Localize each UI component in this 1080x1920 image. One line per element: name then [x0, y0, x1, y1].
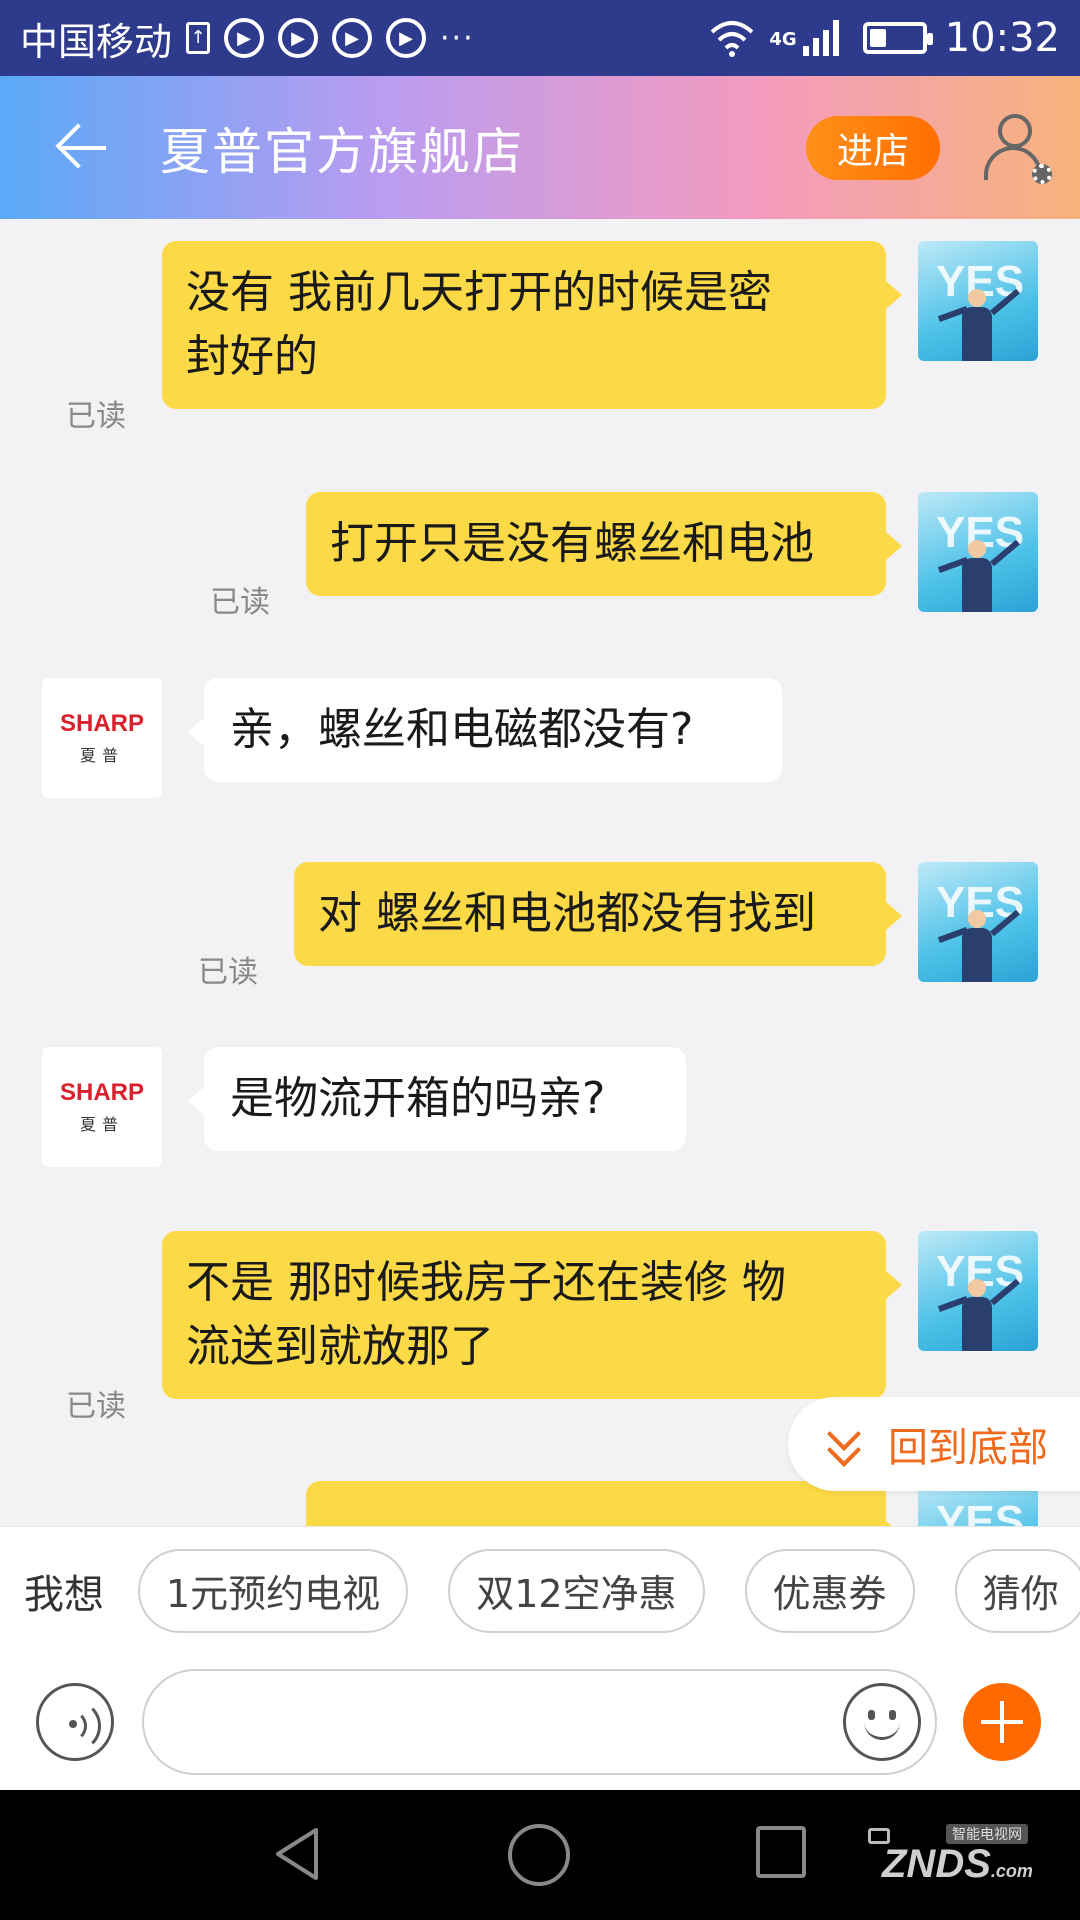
user-avatar[interactable]: YES — [918, 862, 1038, 982]
user-settings-icon[interactable] — [976, 108, 1056, 188]
nav-home-icon[interactable] — [508, 1824, 570, 1886]
suggestion-chip[interactable]: 优惠券 — [744, 1548, 915, 1633]
user-avatar[interactable]: YES — [918, 492, 1038, 612]
user-avatar[interactable]: YES — [918, 1231, 1038, 1351]
message-bubble-sent[interactable]: 对 螺丝和电池都没有找到 — [294, 862, 902, 966]
message-input[interactable] — [174, 1671, 774, 1773]
back-to-bottom-button[interactable]: 回到底部 — [788, 1397, 1080, 1491]
nav-back-icon[interactable] — [272, 1826, 322, 1882]
message-bubble-sent-partial[interactable] — [306, 1481, 902, 1526]
enter-store-button[interactable]: 进店 — [806, 115, 940, 180]
wifi-icon — [711, 21, 754, 57]
message-bubble-received[interactable]: 是物流开箱的吗亲? — [188, 1047, 686, 1151]
suggestion-chip[interactable]: 猜你 — [954, 1548, 1080, 1633]
more-notifications-icon: ··· — [440, 20, 475, 56]
play-notification-icon: ▶ — [224, 18, 265, 58]
shop-title: 夏普官方旗舰店 — [160, 122, 524, 181]
message-line: 对 螺丝和电池都没有找到 — [318, 888, 816, 939]
chat-header: 夏普官方旗舰店 进店 — [0, 76, 1080, 219]
suggestion-chip[interactable]: 双12空净惠 — [448, 1548, 705, 1633]
battery-icon — [862, 22, 933, 54]
carrier-name: 中国移动 — [20, 19, 173, 64]
read-receipt: 已读 — [198, 955, 258, 990]
message-bubble-sent[interactable]: 打开只是没有螺丝和电池 — [306, 492, 902, 596]
message-line: 不是 那时候我房子还在装修 物 — [186, 1257, 786, 1308]
message-line: 是物流开箱的吗亲? — [230, 1073, 606, 1124]
message-input-bar — [0, 1654, 1080, 1790]
shop-avatar[interactable]: SHARP 夏普 — [42, 1047, 162, 1167]
play-notification-icon: ▶ — [278, 18, 319, 58]
back-to-bottom-label: 回到底部 — [888, 1425, 1048, 1471]
read-receipt: 已读 — [66, 399, 126, 434]
upload-notification-icon: ↑ — [186, 22, 211, 54]
suggestion-chip[interactable]: 1元预约电视 — [138, 1548, 409, 1633]
clock: 10:32 — [944, 15, 1060, 61]
message-bubble-sent[interactable]: 没有 我前几天打开的时候是密 封好的 — [162, 241, 902, 409]
network-type: 4G — [769, 29, 797, 50]
signal-icon — [802, 20, 839, 56]
shop-avatar[interactable]: SHARP 夏普 — [42, 678, 162, 798]
system-navigation-bar: 智能电视网 ZNDS.com — [0, 1790, 1080, 1920]
message-line: 流送到就放那了 — [186, 1321, 494, 1372]
znds-watermark-logo: 智能电视网 ZNDS.com — [868, 1818, 1038, 1896]
message-bubble-sent[interactable]: 不是 那时候我房子还在装修 物 流送到就放那了 — [162, 1231, 902, 1399]
message-bubble-received[interactable]: 亲，螺丝和电磁都没有? — [188, 678, 782, 782]
back-arrow-icon[interactable] — [52, 118, 112, 178]
more-actions-plus-button[interactable] — [963, 1683, 1041, 1761]
message-line: 打开只是没有螺丝和电池 — [330, 518, 814, 569]
status-bar: 中国移动 ↑ ▶ ▶ ▶ ▶ ··· 4G 10:32 — [0, 0, 1080, 76]
chat-message-list[interactable]: 已读 没有 我前几天打开的时候是密 封好的 YES 已读 打开只是没有螺丝和电池… — [0, 219, 1080, 1526]
voice-input-icon[interactable] — [36, 1683, 114, 1761]
read-receipt: 已读 — [66, 1389, 126, 1424]
user-avatar[interactable]: YES — [918, 241, 1038, 361]
emoji-icon[interactable] — [843, 1683, 921, 1761]
play-notification-icon: ▶ — [332, 18, 373, 58]
message-line: 没有 我前几天打开的时候是密 — [186, 267, 772, 318]
read-receipt: 已读 — [210, 585, 270, 620]
double-chevron-down-icon — [824, 1417, 864, 1467]
message-line: 封好的 — [186, 331, 318, 382]
play-notification-icon: ▶ — [386, 18, 427, 58]
suggestion-label: 我想 — [24, 1571, 104, 1618]
message-input-container — [142, 1669, 937, 1775]
quick-suggestion-bar: 我想 1元预约电视 双12空净惠 优惠券 猜你 — [0, 1526, 1080, 1654]
message-line: 亲，螺丝和电磁都没有? — [230, 704, 694, 755]
nav-recent-apps-icon[interactable] — [756, 1826, 806, 1878]
